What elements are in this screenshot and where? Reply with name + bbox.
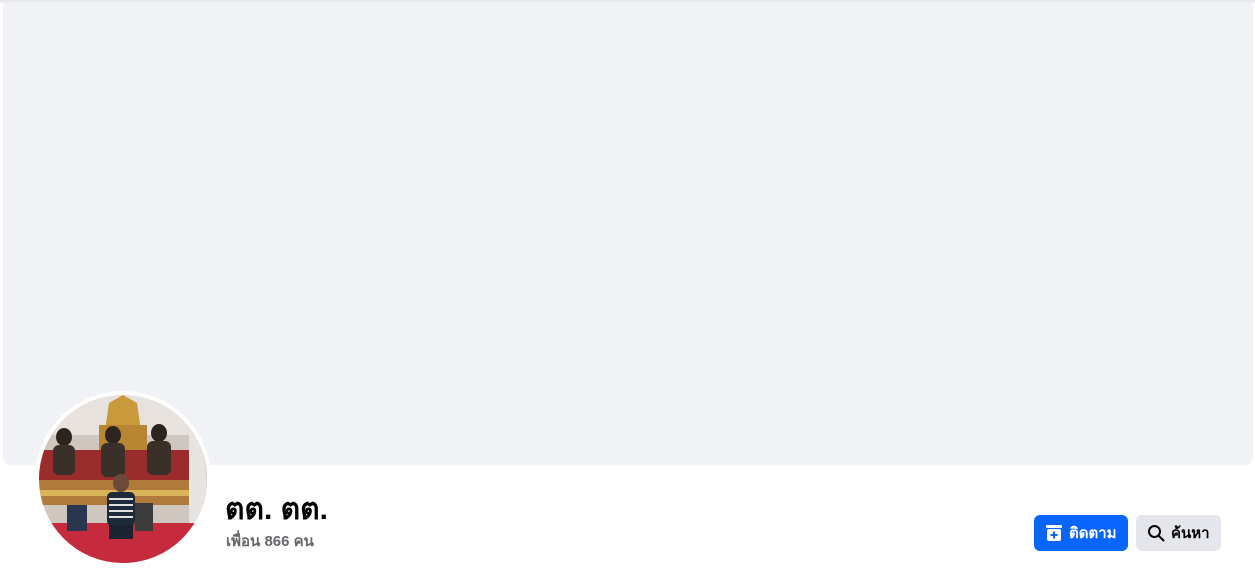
search-button[interactable]: ค้นหา (1136, 515, 1221, 551)
avatar-photo (39, 395, 207, 563)
cover-photo[interactable] (3, 3, 1253, 465)
follow-icon (1045, 524, 1063, 542)
profile-page: ตต. ตต. เพื่อน 866 คน ติดตาม ค้นหา (0, 0, 1255, 581)
avatar[interactable] (39, 395, 207, 563)
profile-name: ตต. ตต. (225, 493, 328, 526)
follow-button[interactable]: ติดตาม (1034, 515, 1128, 551)
search-icon (1147, 524, 1165, 542)
follow-label: ติดตาม (1069, 525, 1117, 542)
search-label: ค้นหา (1171, 525, 1210, 542)
friends-count[interactable]: เพื่อน 866 คน (226, 532, 314, 552)
